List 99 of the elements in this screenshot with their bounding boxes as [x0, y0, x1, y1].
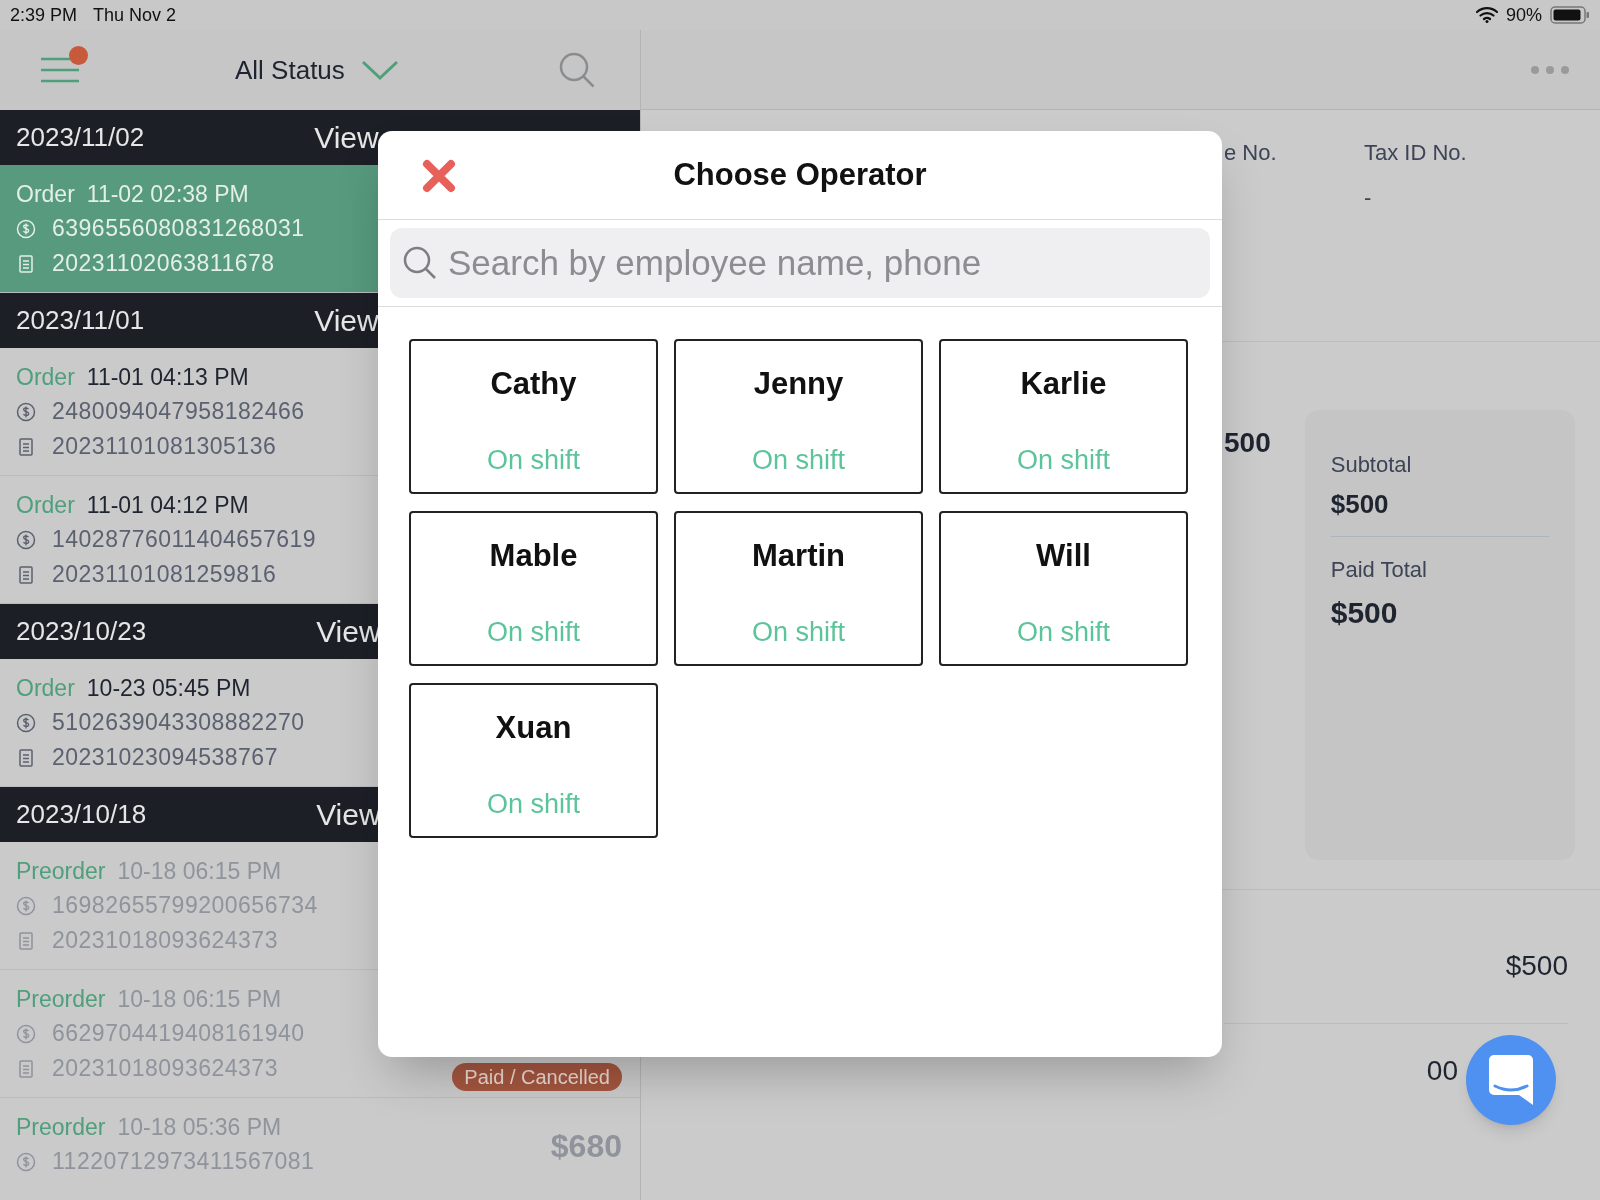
- dollar-circle-icon: [16, 218, 36, 239]
- operator-status: On shift: [486, 443, 580, 477]
- status-date: Thu Nov 2: [93, 3, 177, 27]
- operator-card[interactable]: Mable On shift: [409, 511, 658, 666]
- chevron-down-icon: [360, 59, 399, 81]
- operator-name: Cathy: [490, 365, 577, 403]
- search-button[interactable]: [558, 51, 596, 89]
- operator-status: On shift: [1016, 443, 1110, 477]
- view-report-link[interactable]: View: [314, 115, 379, 160]
- dollar-circle-icon: [16, 1151, 36, 1172]
- more-options-button[interactable]: [1530, 64, 1570, 75]
- operator-card[interactable]: Xuan On shift: [409, 683, 658, 838]
- operator-name: Martin: [752, 537, 845, 575]
- operator-card[interactable]: Jenny On shift: [674, 339, 923, 494]
- order-time: 10-18 06:15 PM: [117, 985, 282, 1014]
- amount-value: 500: [1224, 426, 1271, 460]
- menu-icon: [40, 56, 80, 84]
- dollar-circle-icon: [16, 1023, 36, 1044]
- operator-name: Karlie: [1020, 365, 1107, 403]
- view-report-link[interactable]: View: [316, 609, 381, 654]
- receipt-icon: [16, 930, 36, 951]
- close-button[interactable]: [422, 159, 456, 193]
- order-type: Order: [16, 180, 75, 209]
- order-type: Preorder: [16, 985, 106, 1014]
- search-field[interactable]: Search by employee name, phone: [390, 228, 1210, 298]
- payment-number: 2480094047958182466: [52, 397, 305, 426]
- receipt-icon: [16, 253, 36, 274]
- operator-status: On shift: [751, 443, 845, 477]
- more-icon: [1530, 64, 1570, 75]
- order-number: 20231101081305136: [52, 432, 277, 461]
- search-icon: [558, 51, 596, 89]
- payment-number: 14028776011404657619: [52, 525, 317, 554]
- payment-number: 6396556080831268031: [52, 214, 305, 243]
- operator-name: Xuan: [495, 709, 572, 747]
- group-date: 2023/10/18: [16, 798, 147, 831]
- order-number: 20231023094538767: [52, 743, 278, 772]
- operator-status: On shift: [486, 787, 580, 821]
- wifi-icon: [1475, 7, 1498, 23]
- order-time: 11-01 04:13 PM: [86, 363, 249, 392]
- total-value: $500: [1330, 488, 1390, 521]
- dollar-circle-icon: [16, 401, 36, 422]
- view-report-link[interactable]: View: [314, 298, 379, 343]
- row-amount: 00: [1426, 1054, 1458, 1088]
- total-value: $500: [1330, 595, 1399, 631]
- order-type: Order: [16, 674, 75, 703]
- status-time: 2:39 PM: [10, 3, 78, 27]
- order-type: Preorder: [16, 857, 106, 886]
- status-filter-dropdown[interactable]: All Status: [235, 50, 399, 90]
- group-date: 2023/10/23: [16, 615, 147, 648]
- operator-status: On shift: [1016, 615, 1110, 649]
- receipt-icon: [16, 436, 36, 457]
- group-date: 2023/11/01: [16, 304, 145, 337]
- operator-card[interactable]: Martin On shift: [674, 511, 923, 666]
- order-time: 11-01 04:12 PM: [86, 491, 249, 520]
- chat-bubble-icon: [1489, 1055, 1533, 1105]
- view-report-link[interactable]: View: [316, 792, 381, 837]
- order-type: Preorder: [16, 1113, 106, 1142]
- order-time: 10-18 06:15 PM: [117, 857, 282, 886]
- row-amount: $500: [1505, 949, 1568, 983]
- receipt-icon: [16, 1058, 36, 1079]
- operator-name: Will: [1036, 537, 1091, 575]
- total-label: Subtotal: [1330, 451, 1413, 479]
- detail-label: e No.: [1224, 139, 1278, 167]
- order-type: Order: [16, 363, 75, 392]
- battery-icon: [1550, 5, 1590, 25]
- receipt-icon: [16, 747, 36, 768]
- operator-name: Jenny: [753, 365, 844, 403]
- close-icon: [422, 159, 456, 193]
- dollar-circle-icon: [16, 895, 36, 916]
- detail-value: -: [1364, 184, 1373, 212]
- operator-card[interactable]: Cathy On shift: [409, 339, 658, 494]
- order-type: Order: [16, 491, 75, 520]
- order-number: 20231018093624373: [52, 1054, 278, 1083]
- dollar-circle-icon: [16, 712, 36, 733]
- order-amount: $680: [550, 1127, 622, 1166]
- total-label: Paid Total: [1330, 556, 1428, 584]
- order-number: 20231018093624373: [52, 926, 278, 955]
- receipt-icon: [16, 564, 36, 585]
- operator-status: On shift: [751, 615, 845, 649]
- payment-number: 6629704419408161940: [52, 1019, 305, 1048]
- operator-name: Mable: [489, 537, 578, 575]
- order-time: 10-23 05:45 PM: [86, 674, 251, 703]
- status-badge: Paid / Cancelled: [452, 1063, 622, 1091]
- detail-label: Tax ID No.: [1364, 139, 1468, 167]
- operator-status: On shift: [486, 615, 580, 649]
- battery-level: 90%: [1505, 3, 1542, 27]
- order-time: 10-18 05:36 PM: [117, 1113, 282, 1142]
- payment-number: 5102639043308882270: [52, 708, 305, 737]
- operator-card[interactable]: Will On shift: [939, 511, 1188, 666]
- order-number: 20231102063811678: [52, 249, 275, 278]
- dialog-title: Choose Operator: [673, 155, 927, 194]
- operator-card[interactable]: Karlie On shift: [939, 339, 1188, 494]
- order-time: 11-02 02:38 PM: [86, 180, 249, 209]
- group-date: 2023/11/02: [16, 121, 145, 154]
- dollar-circle-icon: [16, 529, 36, 550]
- payment-number: 16982655799200656734: [52, 891, 318, 920]
- payment-number: 11220712973411567081: [52, 1147, 315, 1176]
- menu-button[interactable]: [40, 56, 80, 84]
- order-number: 20231101081259816: [52, 560, 277, 589]
